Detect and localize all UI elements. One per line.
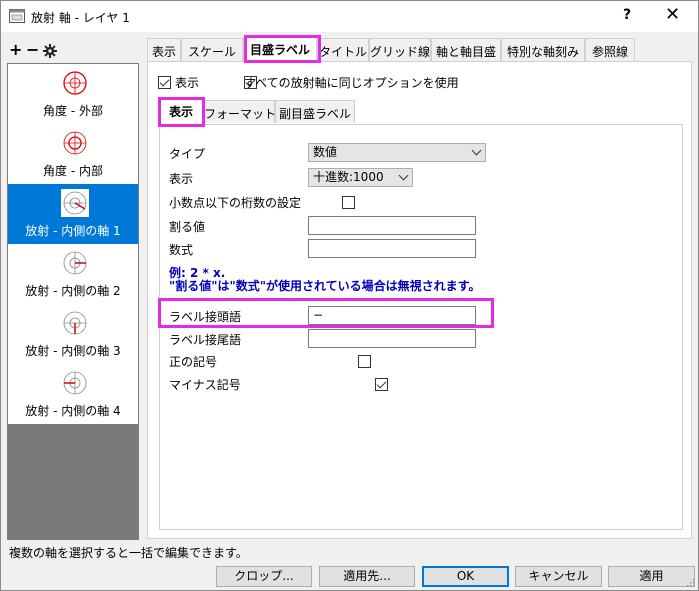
highlight-tick-labels-tab xyxy=(244,35,321,63)
radial-axis-icon xyxy=(63,251,87,275)
display-format-label: 表示 xyxy=(169,172,194,186)
dialog-window: 放射 軸 - レイヤ 1 ? ✕ + − 角度 - 外部 角度 - 内部 放射 … xyxy=(0,0,699,591)
tab-axis-ticks[interactable]: 軸と軸目盛 xyxy=(431,38,501,61)
app-icon xyxy=(9,9,25,23)
type-label: タイプ xyxy=(169,147,206,161)
minus-sign-label: マイナス記号 xyxy=(169,378,241,392)
polar-outer-icon xyxy=(63,71,87,95)
minus-sign-checkbox[interactable] xyxy=(375,378,389,391)
axis-item-radial-4[interactable]: 放射 - 内側の軸 4 xyxy=(8,364,138,424)
axis-item-label: 放射 - 内側の軸 1 xyxy=(25,224,121,238)
axis-list: 角度 - 外部 角度 - 内部 放射 - 内側の軸 1 放射 - 内側の軸 2 … xyxy=(8,64,138,424)
ok-button[interactable]: OK xyxy=(422,566,509,587)
title-bar: 放射 軸 - レイヤ 1 ? ✕ xyxy=(1,1,698,32)
axis-item-angle-outer[interactable]: 角度 - 外部 xyxy=(8,64,138,124)
tab-scale[interactable]: スケール xyxy=(181,38,243,61)
label-suffix-label: ラベル接尾語 xyxy=(169,333,242,347)
display-format-value: 十進数:1000 xyxy=(313,170,384,184)
same-options-label: すべての放射軸に同じオプションを使用 xyxy=(244,76,459,90)
cancel-button[interactable]: キャンセル xyxy=(515,566,602,587)
chevron-down-icon xyxy=(471,145,482,156)
highlight-label-prefix-row xyxy=(158,298,494,328)
axis-list-panel: 角度 - 外部 角度 - 内部 放射 - 内側の軸 1 放射 - 内側の軸 2 … xyxy=(7,63,139,540)
apply-button[interactable]: 適用 xyxy=(608,566,695,587)
subtab-format[interactable]: フォーマット xyxy=(203,100,276,123)
polar-inner-icon xyxy=(63,131,87,155)
formula-ignore-note: "割る値"は"数式"が使用されている場合は無視されます。 xyxy=(169,279,481,293)
subtab-minor-labels[interactable]: 副目盛ラベル xyxy=(275,100,355,123)
radial-axis-icon xyxy=(63,311,87,335)
radial-axis-icon xyxy=(63,371,87,395)
tab-title[interactable]: タイトル xyxy=(317,38,369,61)
axis-item-angle-inner[interactable]: 角度 - 内部 xyxy=(8,124,138,184)
formula-input[interactable] xyxy=(308,239,476,258)
type-select[interactable]: 数値 xyxy=(308,143,486,162)
decimal-places-checkbox[interactable] xyxy=(341,196,355,209)
axis-item-label: 放射 - 内側の軸 2 xyxy=(25,284,121,298)
tab-grid-lines[interactable]: グリッド線 xyxy=(369,38,431,61)
divide-by-input[interactable] xyxy=(308,216,476,235)
axis-item-radial-1[interactable]: 放射 - 内側の軸 1 xyxy=(8,184,138,244)
axis-item-label: 放射 - 内側の軸 4 xyxy=(25,404,121,418)
help-button[interactable]: ? xyxy=(623,7,631,23)
axis-item-label: 放射 - 内側の軸 3 xyxy=(25,344,121,358)
label-suffix-input[interactable] xyxy=(308,329,476,348)
status-text: 複数の軸を選択すると一括で編集できます。 xyxy=(9,546,248,560)
highlight-display-subtab xyxy=(158,97,205,127)
tab-display[interactable]: 表示 xyxy=(147,38,181,61)
close-button[interactable]: ✕ xyxy=(665,4,680,25)
axis-item-label: 角度 - 外部 xyxy=(43,104,103,118)
tab-special-ticks[interactable]: 特別な軸刻み xyxy=(501,38,585,61)
divide-by-label: 割る値 xyxy=(169,220,206,234)
plus-sign-label: 正の記号 xyxy=(169,355,218,369)
show-checkbox-label: 表示 xyxy=(175,76,200,90)
window-title: 放射 軸 - レイヤ 1 xyxy=(31,11,130,25)
axis-item-radial-2[interactable]: 放射 - 内側の軸 2 xyxy=(8,244,138,304)
formula-label: 数式 xyxy=(169,243,194,257)
tab-reference-lines[interactable]: 参照線 xyxy=(585,38,635,61)
plus-sign-checkbox[interactable] xyxy=(358,355,372,368)
decimal-places-label: 小数点以下の桁数の設定 xyxy=(169,196,302,210)
resize-grip-icon[interactable] xyxy=(685,577,695,587)
add-axis-button[interactable]: + xyxy=(9,42,22,58)
chevron-down-icon xyxy=(398,170,409,181)
radial-axis-icon xyxy=(61,189,89,217)
axis-item-label: 角度 - 内部 xyxy=(43,164,103,178)
display-format-select[interactable]: 十進数:1000 xyxy=(308,168,413,187)
gear-icon[interactable] xyxy=(43,44,57,58)
remove-axis-button[interactable]: − xyxy=(26,42,39,58)
crop-button[interactable]: クロップ... xyxy=(216,566,312,587)
axis-item-radial-3[interactable]: 放射 - 内側の軸 3 xyxy=(8,304,138,364)
type-select-value: 数値 xyxy=(313,145,338,159)
show-checkbox[interactable] xyxy=(158,76,171,89)
apply-to-button[interactable]: 適用先... xyxy=(319,566,415,587)
